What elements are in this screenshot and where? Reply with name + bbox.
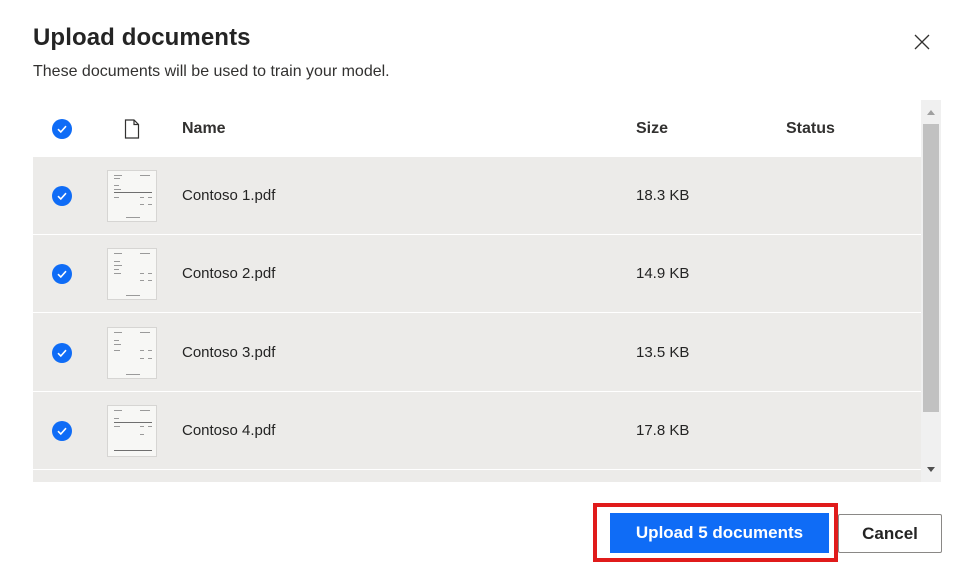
file-name: Contoso 3.pdf <box>182 344 276 361</box>
row-checkbox[interactable] <box>52 264 72 284</box>
table-row[interactable]: Contoso 1.pdf 18.3 KB <box>33 157 921 235</box>
documents-table: Name Size Status Contoso 1.pdf 18.3 KB C… <box>33 100 941 482</box>
scroll-thumb[interactable] <box>923 124 939 412</box>
check-icon <box>57 427 67 436</box>
upload-documents-dialog: Upload documents These documents will be… <box>0 0 976 576</box>
close-icon <box>914 34 930 50</box>
dialog-title: Upload documents <box>33 24 251 51</box>
row-checkbox[interactable] <box>52 343 72 363</box>
document-thumbnail <box>107 327 157 379</box>
column-header-size[interactable]: Size <box>636 120 668 138</box>
cancel-button[interactable]: Cancel <box>838 514 942 553</box>
column-header-name[interactable]: Name <box>182 120 226 138</box>
row-checkbox[interactable] <box>52 186 72 206</box>
check-icon <box>57 270 67 279</box>
row-checkbox[interactable] <box>52 421 72 441</box>
dialog-subtitle: These documents will be used to train yo… <box>33 63 390 80</box>
table-row[interactable]: Contoso 4.pdf 17.8 KB <box>33 392 921 470</box>
upload-button[interactable]: Upload 5 documents <box>610 513 829 553</box>
document-thumbnail <box>107 405 157 457</box>
document-thumbnail <box>107 248 157 300</box>
table-row[interactable]: Contoso 2.pdf 14.9 KB <box>33 235 921 313</box>
file-size: 17.8 KB <box>636 422 690 439</box>
table-header: Name Size Status <box>33 100 921 157</box>
file-name: Contoso 2.pdf <box>182 265 276 282</box>
file-name: Contoso 4.pdf <box>182 422 276 439</box>
file-size: 18.3 KB <box>636 187 690 204</box>
file-name: Contoso 1.pdf <box>182 187 276 204</box>
scroll-down-arrow-icon[interactable] <box>921 460 941 480</box>
document-icon <box>124 119 140 139</box>
file-size: 13.5 KB <box>636 344 690 361</box>
check-icon <box>57 192 67 201</box>
table-body: Contoso 1.pdf 18.3 KB Contoso 2.pdf 14.9… <box>33 157 921 482</box>
column-header-status[interactable]: Status <box>786 120 835 138</box>
table-row[interactable]: Contoso 3.pdf 13.5 KB <box>33 314 921 392</box>
check-icon <box>57 125 67 134</box>
check-icon <box>57 349 67 358</box>
select-all-checkbox[interactable] <box>52 119 72 139</box>
file-size: 14.9 KB <box>636 265 690 282</box>
close-button[interactable] <box>908 28 936 56</box>
document-thumbnail <box>107 170 157 222</box>
table-scrollbar[interactable] <box>921 100 941 482</box>
scroll-up-arrow-icon[interactable] <box>921 102 941 122</box>
